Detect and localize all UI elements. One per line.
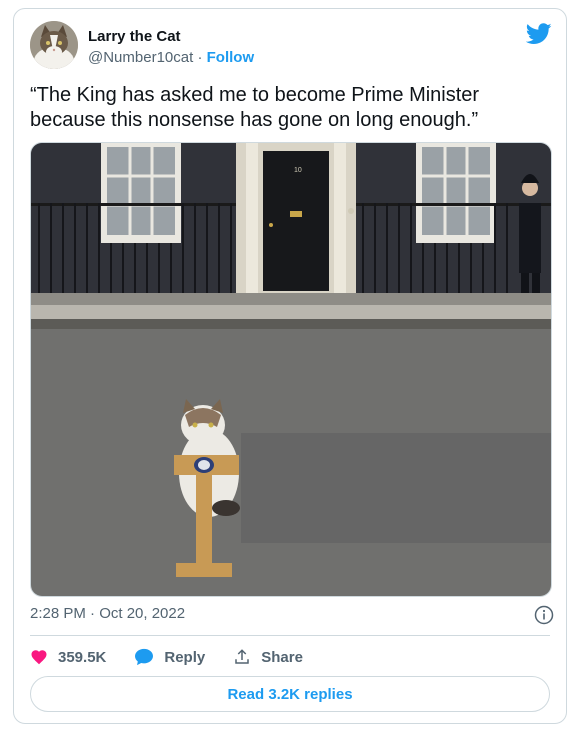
tweet-card: Larry the Cat @Number10cat · Follow “The… xyxy=(13,8,567,724)
avatar[interactable] xyxy=(30,21,78,69)
author-handle-row: @Number10cat · Follow xyxy=(88,49,254,66)
follow-button[interactable]: Follow xyxy=(207,49,255,66)
handle-separator: · xyxy=(197,49,203,66)
tweet-timestamp[interactable]: 2:28 PM · Oct 20, 2022 xyxy=(30,605,185,622)
share-button[interactable]: Share xyxy=(233,648,303,666)
share-icon xyxy=(235,649,249,664)
divider xyxy=(30,635,550,636)
tweet-actions: 359.5K Reply Share xyxy=(30,646,331,668)
info-icon[interactable] xyxy=(534,605,554,625)
share-label: Share xyxy=(261,648,303,666)
door-number: 10 xyxy=(294,167,302,174)
reply-bubble-icon xyxy=(135,648,154,666)
tweet-photo[interactable]: 10 xyxy=(30,142,552,597)
like-button[interactable]: 359.5K xyxy=(30,648,106,666)
twitter-bird-icon[interactable] xyxy=(526,23,552,45)
author-name[interactable]: Larry the Cat xyxy=(88,28,181,45)
likes-count: 359.5K xyxy=(58,648,107,666)
reply-button[interactable]: Reply xyxy=(134,648,205,666)
photo-downing-street-cat: 10 xyxy=(31,143,551,596)
heart-icon xyxy=(31,650,47,665)
reply-label: Reply xyxy=(164,648,206,666)
author-handle[interactable]: @Number10cat xyxy=(88,49,193,66)
tweet-text: “The King has asked me to become Prime M… xyxy=(30,84,480,131)
read-replies-button[interactable]: Read 3.2K replies xyxy=(30,676,550,712)
